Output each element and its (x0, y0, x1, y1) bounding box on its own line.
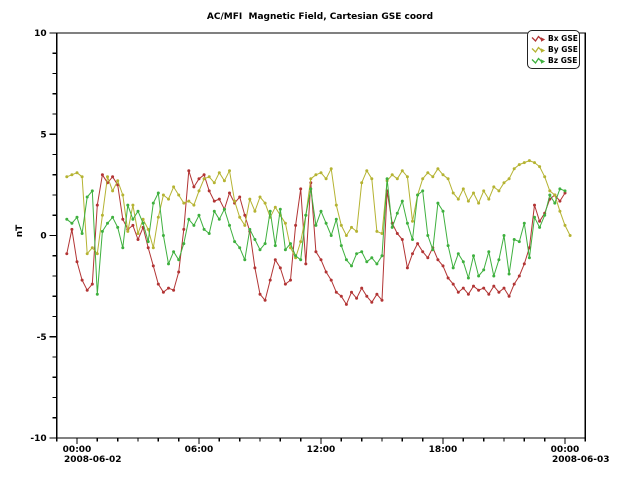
series-by-gse (65, 159, 571, 259)
x-tick-label: 00:00 (551, 445, 580, 455)
plot-window: AC/MFI Magnetic Field, Cartesian GSE coo… (0, 0, 640, 480)
x-tick-label: 12:00 (307, 445, 336, 455)
x-tick-label: 00:00 (63, 445, 92, 455)
axis-tick-labels: 1050-5-1000:002008-06-0206:0012:0018:000… (30, 29, 609, 465)
x-tick-label: 18:00 (429, 445, 458, 455)
y-tick-label: 10 (34, 29, 47, 39)
legend-item-bx-gse: Bx GSE (531, 33, 577, 44)
y-tick-label: 5 (40, 130, 46, 140)
x-date-label: 2008-06-03 (552, 455, 610, 465)
y-tick-label: 0 (40, 232, 46, 242)
legend-item-by-gse: By GSE (531, 44, 577, 55)
chart-canvas[interactable]: 1050-5-1000:002008-06-0206:0012:0018:000… (0, 0, 640, 480)
legend-line-icon (531, 56, 546, 66)
legend-label-bx-gse: Bx GSE (548, 35, 578, 43)
legend-label-bz-gse: Bz GSE (548, 57, 577, 65)
legend-item-bz-gse: Bz GSE (531, 55, 577, 66)
legend-label-by-gse: By GSE (548, 46, 578, 54)
series-bz-gse (65, 177, 566, 295)
plot-frame (57, 33, 586, 438)
y-tick-label: -5 (37, 333, 47, 343)
x-date-label: 2008-06-02 (64, 455, 122, 465)
legend-line-icon (531, 45, 546, 55)
legend-line-icon (531, 34, 546, 44)
y-tick-label: -10 (30, 434, 46, 444)
legend: Bx GSE By GSE Bz GSE (527, 30, 580, 69)
series-bx-gse (65, 169, 566, 306)
x-tick-label: 06:00 (185, 445, 214, 455)
axis-ticks (50, 33, 586, 444)
